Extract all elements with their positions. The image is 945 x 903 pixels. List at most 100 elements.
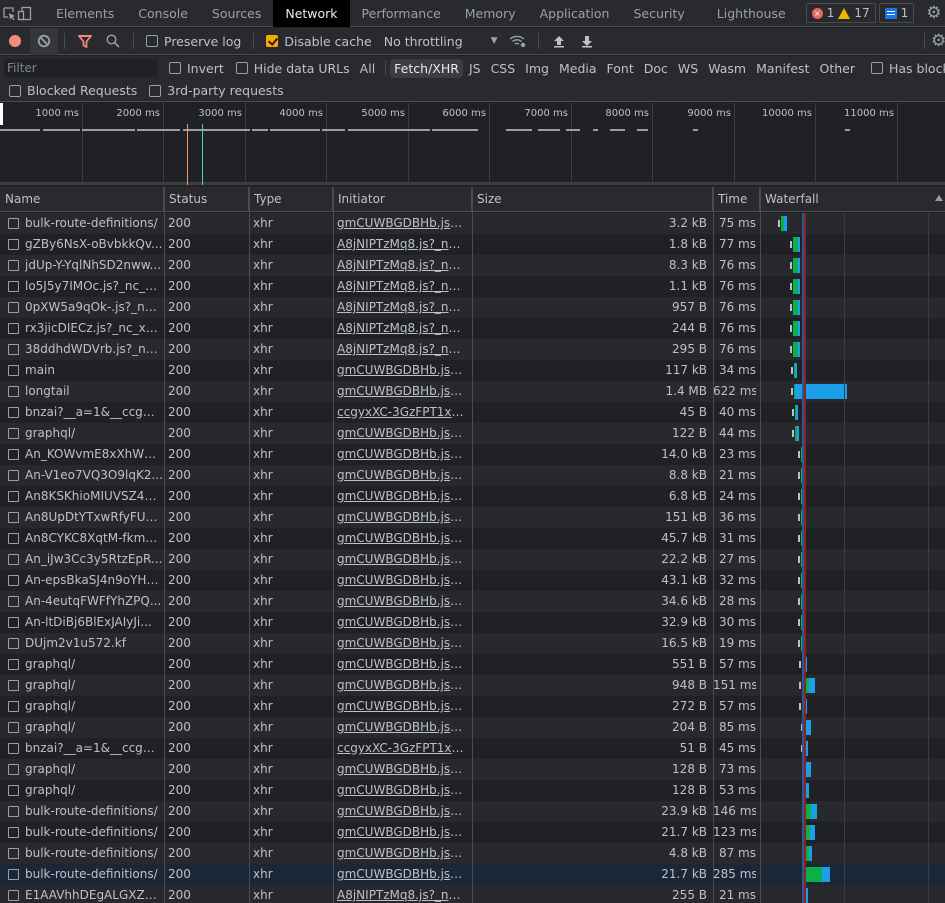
column-header-status[interactable]: Status — [164, 187, 249, 212]
column-header-name[interactable]: Name — [0, 187, 164, 212]
row-checkbox[interactable] — [8, 428, 19, 439]
row-checkbox[interactable] — [8, 218, 19, 229]
request-initiator-link[interactable]: A8jNIPTzMq8.js?_nc_... — [337, 318, 467, 339]
invert-checkbox[interactable]: Invert — [163, 61, 230, 76]
request-name-cell[interactable]: An8CYKC8XqtM-fkmX... — [8, 528, 163, 549]
row-checkbox[interactable] — [8, 680, 19, 691]
request-initiator-link[interactable]: gmCUWBGDBHb.js?_... — [337, 780, 467, 801]
row-checkbox[interactable] — [8, 344, 19, 355]
request-name-cell[interactable]: An-V1eo7VQ3O9lqK2... — [8, 465, 163, 486]
row-checkbox[interactable] — [8, 302, 19, 313]
blocked-requests-checkbox[interactable]: Blocked Requests — [3, 83, 143, 98]
timeline-overview[interactable]: 1000 ms 2000 ms 3000 ms 4000 ms 5000 ms 6000 … — [0, 103, 945, 185]
request-initiator-link[interactable]: gmCUWBGDBHb.js?_... — [337, 864, 467, 885]
request-initiator-link[interactable]: A8jNIPTzMq8.js?_nc_... — [337, 234, 467, 255]
throttling-select[interactable]: No throttling ▼ — [378, 34, 504, 49]
request-initiator-link[interactable]: gmCUWBGDBHb.js?_... — [337, 423, 467, 444]
column-header-size[interactable]: Size — [472, 187, 713, 212]
network-settings-gear-icon[interactable]: ⚙ — [931, 28, 945, 55]
request-initiator-link[interactable]: A8jNIPTzMq8.js?_nc_... — [337, 255, 467, 276]
row-checkbox[interactable] — [8, 386, 19, 397]
request-initiator-link[interactable]: gmCUWBGDBHb.js?_... — [337, 633, 467, 654]
request-name-cell[interactable]: bnzai?__a=1&__ccg=E... — [8, 738, 163, 759]
request-initiator-link[interactable]: gmCUWBGDBHb.js?_... — [337, 696, 467, 717]
request-name-cell[interactable]: main — [8, 360, 163, 381]
third-party-checkbox[interactable]: 3rd-party requests — [143, 83, 289, 98]
request-name-cell[interactable]: An-epsBkaSJ4n9oYH6... — [8, 570, 163, 591]
row-checkbox[interactable] — [8, 554, 19, 565]
row-checkbox[interactable] — [8, 596, 19, 607]
blocked-requests-box[interactable] — [9, 84, 21, 97]
tab-security[interactable]: Security — [621, 0, 696, 27]
request-initiator-link[interactable]: A8jNIPTzMq8.js?_nc_... — [337, 339, 467, 360]
request-initiator-link[interactable]: gmCUWBGDBHb.js?_... — [337, 717, 467, 738]
device-toolbar-icon[interactable] — [17, 0, 32, 27]
row-checkbox[interactable] — [8, 890, 19, 901]
request-initiator-link[interactable]: A8jNIPTzMq8.js?_nc_... — [337, 885, 467, 903]
request-name-cell[interactable]: An-4eutqFWFfYhZPQ... — [8, 591, 163, 612]
request-initiator-link[interactable]: gmCUWBGDBHb.js?_... — [337, 612, 467, 633]
filter-type-font[interactable]: Font — [603, 59, 638, 78]
row-checkbox[interactable] — [8, 659, 19, 670]
request-initiator-link[interactable]: gmCUWBGDBHb.js?_... — [337, 654, 467, 675]
settings-gear-icon[interactable]: ⚙ — [926, 0, 941, 27]
export-har-button[interactable] — [573, 28, 601, 55]
has-blocked-cookies-box[interactable] — [870, 62, 883, 74]
row-checkbox[interactable] — [8, 365, 19, 376]
filter-type-manifest[interactable]: Manifest — [752, 59, 813, 78]
row-checkbox[interactable] — [8, 701, 19, 712]
error-warning-badge[interactable]: × 1 17 — [805, 3, 876, 23]
tab-elements[interactable]: Elements — [44, 0, 126, 27]
network-conditions-button[interactable] — [504, 28, 532, 55]
more-options-icon[interactable]: ⋮ — [942, 0, 945, 27]
request-name-cell[interactable]: DUjm2v1u572.kf — [8, 633, 163, 654]
request-name-cell[interactable]: graphql/ — [8, 654, 163, 675]
inspect-element-icon[interactable] — [2, 0, 17, 27]
request-initiator-link[interactable]: gmCUWBGDBHb.js?_... — [337, 381, 467, 402]
search-button[interactable] — [99, 28, 127, 55]
filter-type-doc[interactable]: Doc — [640, 59, 672, 78]
request-name-cell[interactable]: graphql/ — [8, 780, 163, 801]
disable-cache-checkbox[interactable]: Disable cache — [260, 34, 377, 49]
row-checkbox[interactable] — [8, 785, 19, 796]
request-name-cell[interactable]: graphql/ — [8, 696, 163, 717]
request-initiator-link[interactable]: gmCUWBGDBHb.js?_... — [337, 549, 467, 570]
tab-memory[interactable]: Memory — [453, 0, 528, 27]
request-initiator-link[interactable]: gmCUWBGDBHb.js?_... — [337, 591, 467, 612]
tab-console[interactable]: Console — [126, 0, 200, 27]
request-name-cell[interactable]: E1AAVhhDEgALGXZK... — [8, 885, 163, 903]
request-initiator-link[interactable]: gmCUWBGDBHb.js?_... — [337, 843, 467, 864]
request-initiator-link[interactable]: A8jNIPTzMq8.js?_nc_... — [337, 276, 467, 297]
row-checkbox[interactable] — [8, 491, 19, 502]
request-initiator-link[interactable]: gmCUWBGDBHb.js?_... — [337, 507, 467, 528]
filter-type-all[interactable]: All — [356, 59, 380, 78]
request-initiator-link[interactable]: gmCUWBGDBHb.js?_... — [337, 759, 467, 780]
request-name-cell[interactable]: An_iJw3Cc3y5RtzEpR... — [8, 549, 163, 570]
hide-data-urls-checkbox[interactable]: Hide data URLs — [230, 61, 356, 76]
request-initiator-link[interactable]: gmCUWBGDBHb.js?_... — [337, 213, 467, 234]
row-checkbox[interactable] — [8, 470, 19, 481]
request-initiator-link[interactable]: gmCUWBGDBHb.js?_... — [337, 570, 467, 591]
row-checkbox[interactable] — [8, 617, 19, 628]
tab-lighthouse[interactable]: Lighthouse — [697, 0, 798, 27]
request-name-cell[interactable]: bnzai?__a=1&__ccg=E... — [8, 402, 163, 423]
request-name-cell[interactable]: An-ltDiBj6BlExJAIyJi... — [8, 612, 163, 633]
request-name-cell[interactable]: rx3jicDIECz.js?_nc_x=... — [8, 318, 163, 339]
row-checkbox[interactable] — [8, 575, 19, 586]
request-initiator-link[interactable]: ccgyxXC-3GzFPT1xdp... — [337, 402, 467, 423]
request-name-cell[interactable]: graphql/ — [8, 717, 163, 738]
overview-range-handle[interactable] — [0, 103, 3, 125]
request-name-cell[interactable]: graphql/ — [8, 675, 163, 696]
column-header-waterfall[interactable]: Waterfall — [760, 187, 945, 212]
request-name-cell[interactable]: bulk-route-definitions/ — [8, 864, 163, 885]
filter-type-ws[interactable]: WS — [674, 59, 702, 78]
request-initiator-link[interactable]: gmCUWBGDBHb.js?_... — [337, 528, 467, 549]
request-name-cell[interactable]: bulk-route-definitions/ — [8, 843, 163, 864]
tab-network[interactable]: Network — [273, 0, 350, 27]
disable-cache-box[interactable] — [266, 35, 279, 47]
filter-input[interactable] — [4, 59, 157, 77]
record-button[interactable] — [0, 28, 30, 55]
request-name-cell[interactable]: lo5J5y7IMOc.js?_nc_x... — [8, 276, 163, 297]
row-checkbox[interactable] — [8, 533, 19, 544]
request-initiator-link[interactable]: gmCUWBGDBHb.js?_... — [337, 822, 467, 843]
